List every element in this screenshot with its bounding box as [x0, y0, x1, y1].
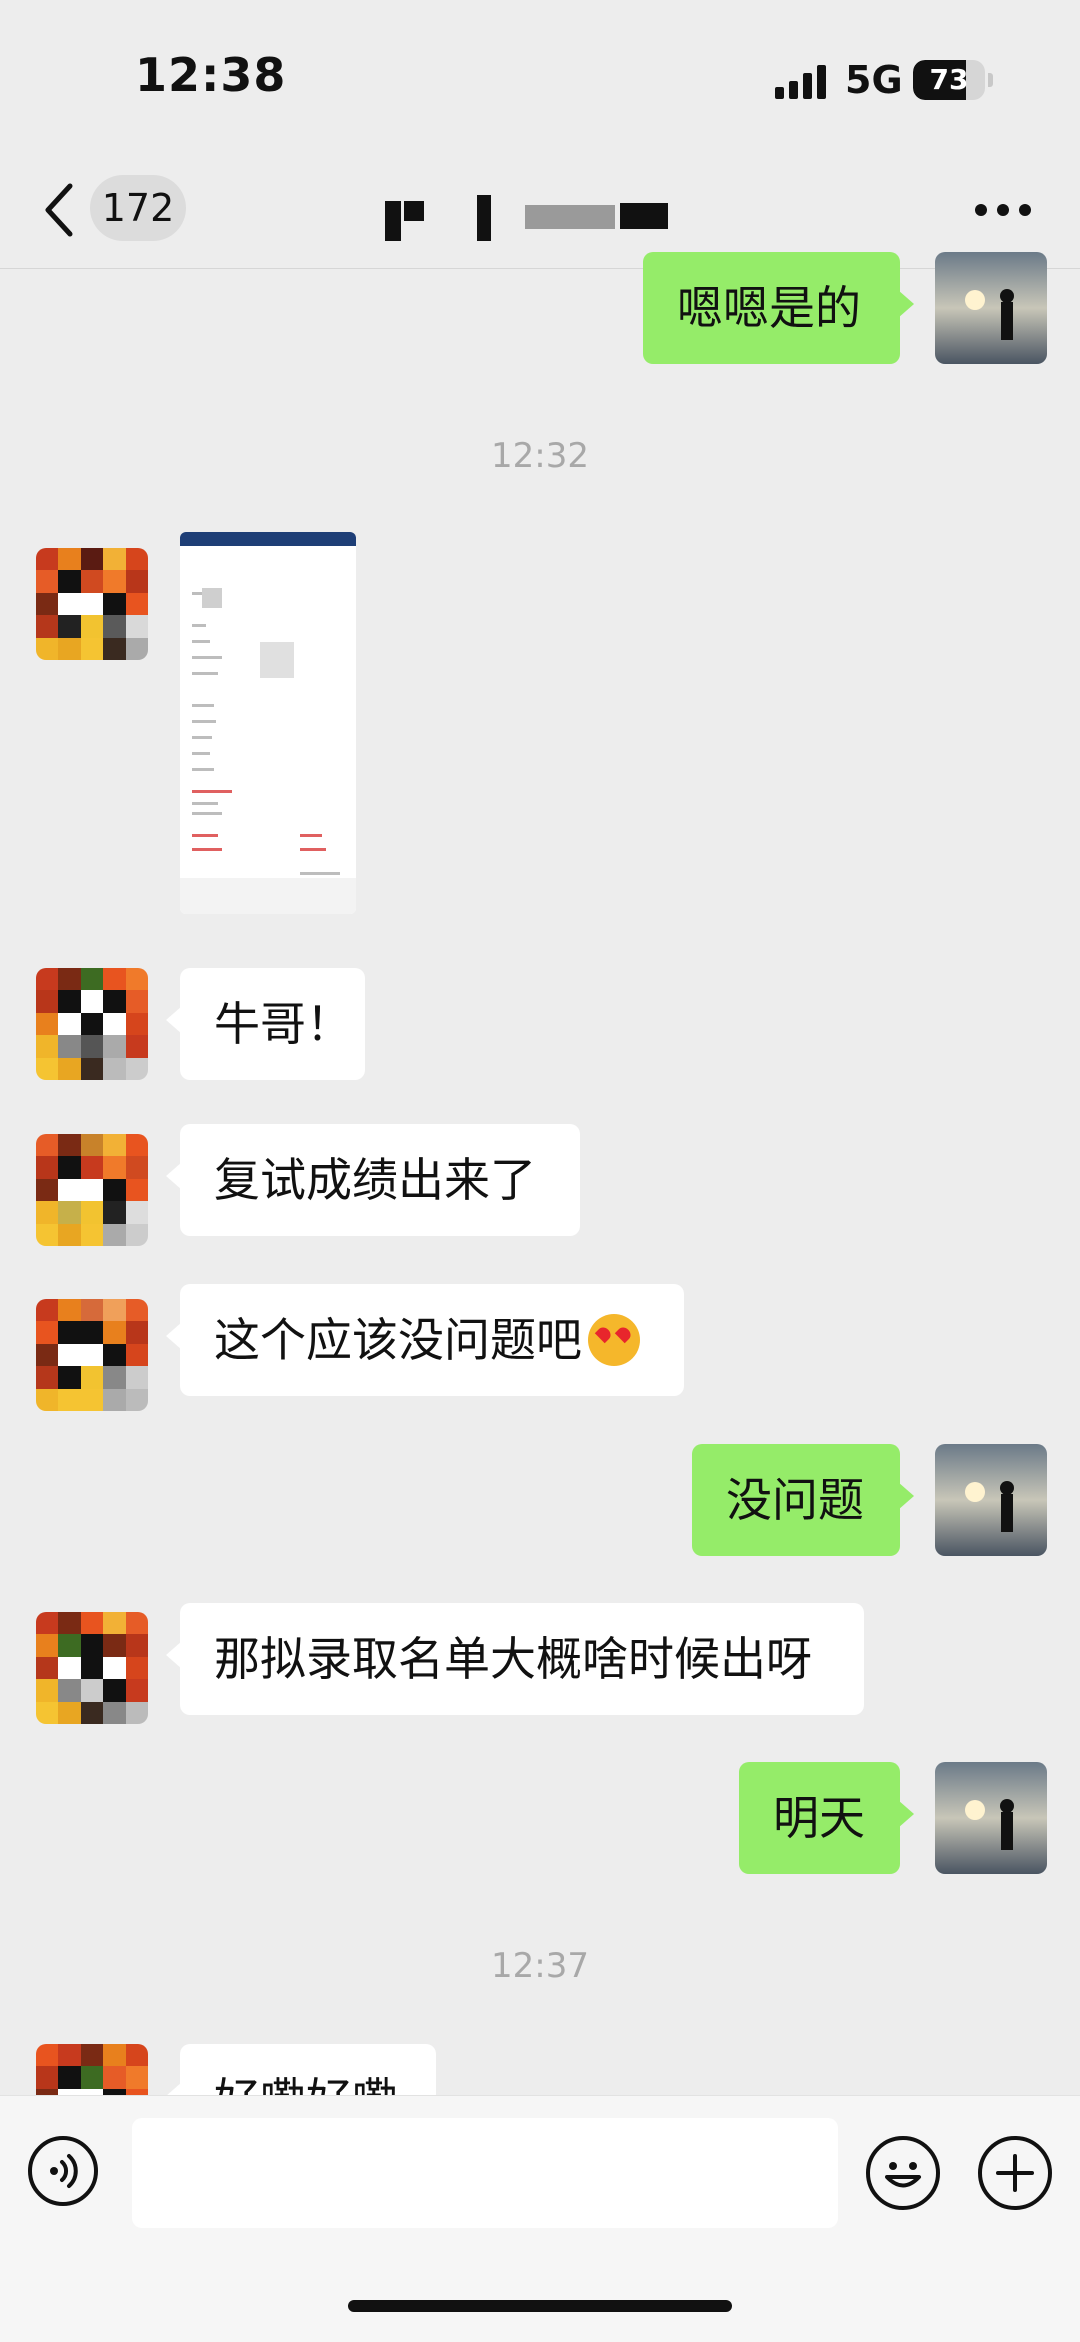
contact-avatar[interactable]: [36, 1299, 148, 1411]
status-time: 12:38: [135, 48, 287, 102]
voice-icon[interactable]: [28, 2136, 98, 2206]
contact-avatar[interactable]: [36, 548, 148, 660]
chat-title-redacted: [330, 195, 750, 245]
message-bubble-incoming[interactable]: 复试成绩出来了: [166, 1124, 580, 1236]
battery-icon: 73: [913, 60, 985, 100]
network-type: 5G: [845, 58, 903, 102]
home-indicator[interactable]: [348, 2300, 732, 2312]
cellular-signal-icon: [775, 63, 827, 99]
chat-header: 172: [0, 150, 1080, 269]
message-bubble-incoming[interactable]: 牛哥！: [166, 968, 365, 1080]
time-divider: 12:32: [491, 436, 589, 476]
message-text: 这个应该没问题吧: [214, 1313, 582, 1367]
contact-avatar[interactable]: [36, 1134, 148, 1246]
chevron-left-icon[interactable]: [40, 180, 80, 240]
message-bubble-outgoing[interactable]: 没问题: [692, 1444, 914, 1556]
plus-icon[interactable]: [978, 2136, 1052, 2210]
more-dots-icon[interactable]: [975, 204, 1035, 218]
message-bubble-outgoing[interactable]: 嗯嗯是的: [643, 252, 914, 364]
message-bubble-incoming[interactable]: 那拟录取名单大概啥时候出呀: [166, 1603, 864, 1715]
time-divider: 12:37: [491, 1946, 589, 1986]
status-bar: 12:38 5G 73: [0, 0, 1080, 150]
image-message-screenshot[interactable]: [180, 532, 356, 914]
contact-avatar[interactable]: [36, 968, 148, 1080]
emoji-icon[interactable]: [866, 2136, 940, 2210]
my-avatar[interactable]: [935, 1444, 1047, 1556]
battery-percent: 73: [929, 63, 969, 96]
my-avatar[interactable]: [935, 1762, 1047, 1874]
message-bubble-outgoing[interactable]: 明天: [739, 1762, 914, 1874]
unread-count-badge[interactable]: 172: [90, 175, 186, 241]
message-bubble-incoming[interactable]: 这个应该没问题吧: [166, 1284, 684, 1396]
my-avatar[interactable]: [935, 252, 1047, 364]
message-input[interactable]: [132, 2118, 838, 2228]
contact-avatar[interactable]: [36, 1612, 148, 1724]
heart-eyes-emoji-icon: [588, 1313, 640, 1366]
battery-cap: [988, 73, 993, 87]
